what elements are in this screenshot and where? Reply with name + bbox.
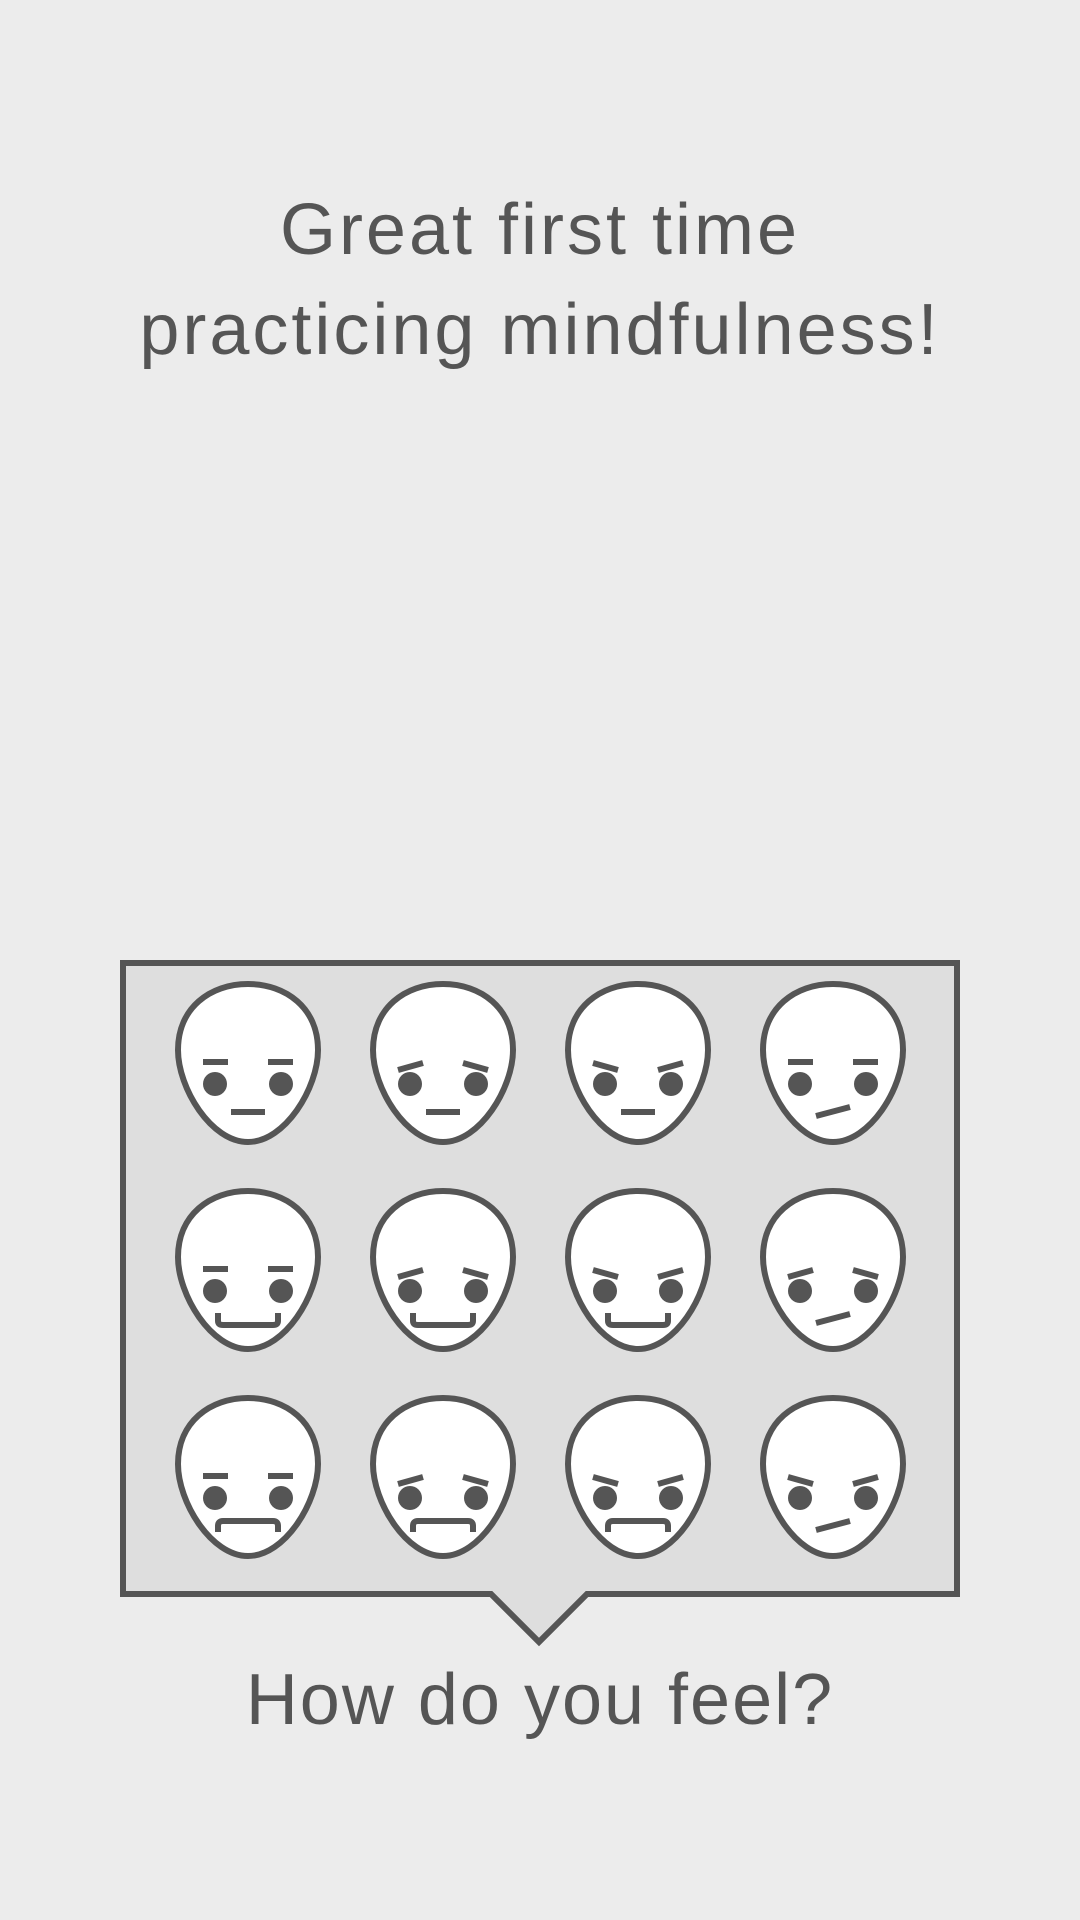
mood-option-6[interactable] <box>345 1187 540 1394</box>
angry-brows-frown-face-icon <box>564 1394 711 1560</box>
sad-brows-skeptical-face-icon <box>759 1187 906 1353</box>
neutral-neutral-face-icon <box>174 980 321 1146</box>
neutral-brows-smile-face-icon <box>174 1187 321 1353</box>
how-do-you-feel-prompt: How do you feel? <box>245 1660 835 1740</box>
headline-line-2: practicing mindfulness! <box>139 290 941 370</box>
mindfulness-complete-screen: Great first time practicing mindfulness!… <box>0 0 1080 1920</box>
sad-brows-frown-face-icon <box>369 1394 516 1560</box>
headline-line-1: Great first time <box>279 190 801 270</box>
mood-option-3[interactable] <box>540 980 735 1187</box>
angry-brows-neutral-face-icon <box>564 980 711 1146</box>
mood-option-5[interactable] <box>150 1187 345 1394</box>
mood-option-10[interactable] <box>345 1394 540 1601</box>
mood-option-8[interactable] <box>735 1187 930 1394</box>
mood-picker <box>120 960 960 1648</box>
sad-brows-neutral-face-icon <box>369 980 516 1146</box>
neutral-brows-skeptical-face-icon <box>759 980 906 1146</box>
mood-option-4[interactable] <box>735 980 930 1187</box>
angry-brows-smile-face-icon <box>564 1187 711 1353</box>
angry-brows-skeptical-face-icon <box>759 1394 906 1560</box>
mood-option-2[interactable] <box>345 980 540 1187</box>
neutral-brows-frown-face-icon <box>174 1394 321 1560</box>
headline: Great first time practicing mindfulness! <box>0 180 1080 380</box>
mood-option-9[interactable] <box>150 1394 345 1601</box>
mood-face-grid <box>150 980 930 1600</box>
mood-option-11[interactable] <box>540 1394 735 1601</box>
sad-brows-smile-face-icon <box>369 1187 516 1353</box>
mood-option-1[interactable] <box>150 980 345 1187</box>
mood-option-12[interactable] <box>735 1394 930 1601</box>
mood-option-7[interactable] <box>540 1187 735 1394</box>
